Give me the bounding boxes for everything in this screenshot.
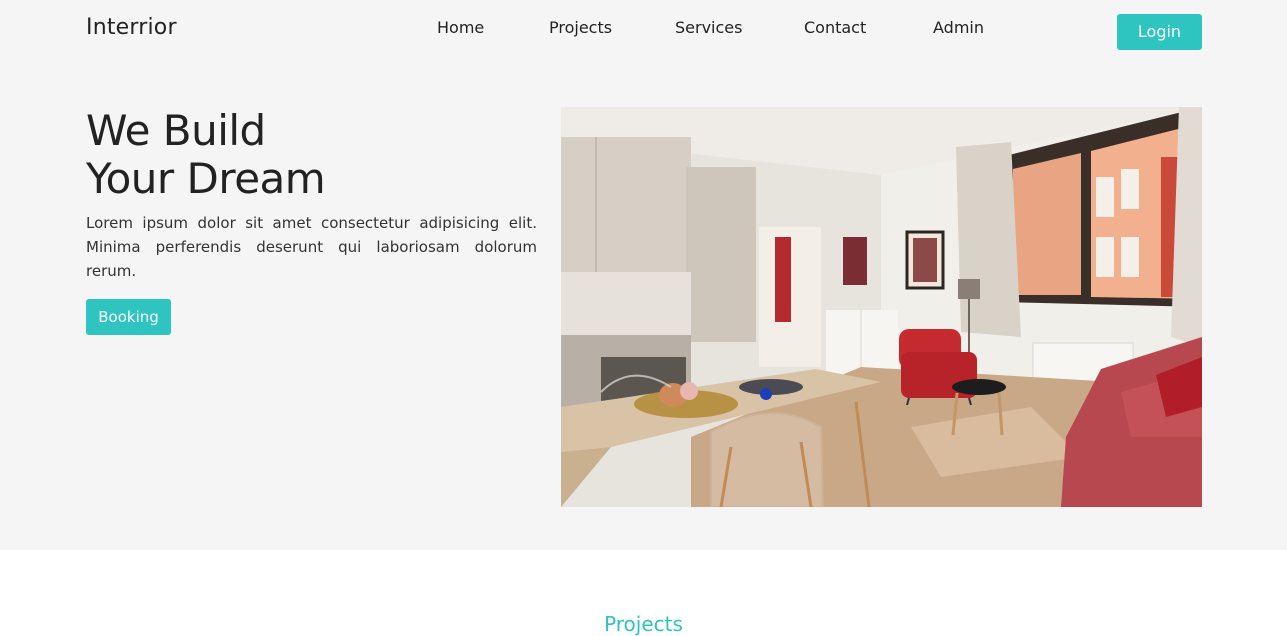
nav-projects[interactable]: Projects [549,18,612,37]
nav-home[interactable]: Home [437,18,484,37]
hero-title-line2: Your Dream [86,154,326,203]
login-button[interactable]: Login [1117,14,1202,50]
projects-section-title: Projects [604,612,683,636]
site-logo[interactable]: Interrior [86,15,177,40]
nav-admin[interactable]: Admin [933,18,984,37]
nav-services[interactable]: Services [675,18,742,37]
hero-title-line1: We Build [86,106,266,155]
booking-button[interactable]: Booking [86,299,171,335]
hero-interior-image [561,107,1202,507]
hero-title: We Build Your Dream [86,106,326,203]
interior-illustration [561,107,1202,507]
nav-contact[interactable]: Contact [804,18,866,37]
hero-description: Lorem ipsum dolor sit amet consectetur a… [86,214,537,280]
